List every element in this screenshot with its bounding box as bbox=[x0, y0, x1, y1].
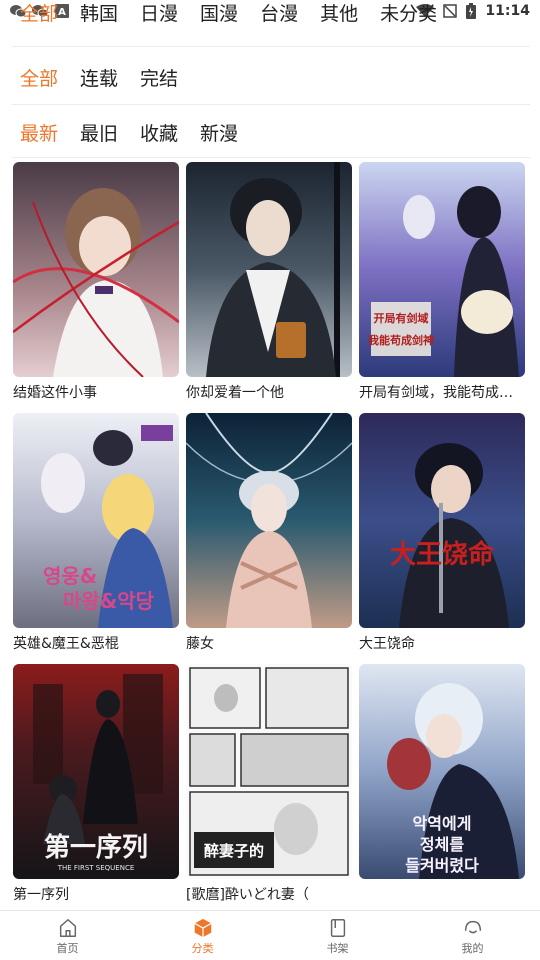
comic-cover[interactable]: 醉妻子的 bbox=[186, 664, 352, 879]
status-filter: 全部 连载 完结 bbox=[0, 55, 540, 99]
comic-cover[interactable]: 악역에게 정체를 들켜버렸다 bbox=[359, 664, 525, 879]
region-filter: 全部 韩国 日漫 国漫 台漫 其他 未分类 bbox=[0, 2, 540, 44]
nav-category[interactable]: 分类 bbox=[135, 911, 270, 960]
nav-label: 首页 bbox=[56, 942, 79, 955]
comic-cover[interactable]: 영웅& 마왕&악당 bbox=[13, 413, 179, 628]
divider bbox=[12, 46, 530, 47]
comic-title bbox=[359, 885, 525, 905]
comic-card[interactable]: 开局有剑域 我能苟成剑神 开局有剑域，我能苟成剑神 bbox=[359, 162, 525, 403]
chip-region-taiwan[interactable]: 台漫 bbox=[260, 2, 298, 26]
comic-card[interactable]: 醉妻子的 [歌麿]酔いどれ妻（ bbox=[186, 664, 352, 905]
comic-title: 第一序列 bbox=[13, 887, 69, 903]
comic-title: [歌麿]酔いどれ妻（ bbox=[186, 887, 309, 903]
home-icon bbox=[59, 919, 76, 937]
comic-card[interactable]: 藤女 bbox=[186, 413, 352, 654]
chip-region-korea[interactable]: 韩国 bbox=[80, 2, 118, 26]
comic-cover[interactable]: 大王饶命 bbox=[359, 413, 525, 628]
nav-profile[interactable]: 我的 bbox=[405, 911, 540, 960]
comic-card[interactable]: 영웅& 마왕&악당 英雄&魔王&恶棍 bbox=[13, 413, 179, 654]
comic-title: 英雄&魔王&恶棍 bbox=[13, 636, 119, 652]
cover-title-text: 영웅& bbox=[43, 564, 97, 588]
comic-cover[interactable] bbox=[186, 413, 352, 628]
comic-title: 结婚这件小事 bbox=[13, 385, 97, 401]
comic-cover[interactable] bbox=[186, 162, 352, 377]
chip-region-china[interactable]: 国漫 bbox=[200, 2, 238, 26]
cover-subtitle-text: THE FIRST SEQUENCE bbox=[57, 864, 135, 872]
comic-card[interactable]: 악역에게 정체를 들켜버렸다 bbox=[359, 664, 525, 905]
comic-title: 开局有剑域，我能苟成剑神 bbox=[359, 385, 525, 401]
comic-card[interactable]: 大王饶命 大王饶命 bbox=[359, 413, 525, 654]
chip-status-completed[interactable]: 完结 bbox=[140, 64, 178, 91]
chip-region-all[interactable]: 全部 bbox=[20, 2, 58, 26]
chip-region-other[interactable]: 其他 bbox=[320, 2, 358, 26]
comic-cover[interactable]: 第一序列 THE FIRST SEQUENCE bbox=[13, 664, 179, 879]
chip-region-uncategorized[interactable]: 未分类 bbox=[380, 2, 437, 26]
bookshelf-icon bbox=[330, 919, 345, 937]
cover-title-text: 开局有剑域 bbox=[374, 311, 429, 325]
comic-cover[interactable]: 开局有剑域 我能苟成剑神 bbox=[359, 162, 525, 377]
chip-status-ongoing[interactable]: 连载 bbox=[80, 64, 118, 91]
cover-title-text: 들켜버렸다 bbox=[405, 856, 479, 875]
nav-home[interactable]: 首页 bbox=[0, 911, 135, 960]
nav-label: 我的 bbox=[461, 942, 484, 955]
cover-title-text: 醉妻子的 bbox=[204, 842, 264, 860]
nav-label: 分类 bbox=[191, 942, 214, 955]
sort-filter: 最新 最旧 收藏 新漫 bbox=[0, 112, 540, 152]
divider bbox=[12, 104, 530, 105]
bottom-nav: 首页 分类 书架 我的 bbox=[0, 910, 540, 960]
cover-title-text: 마왕&악당 bbox=[63, 589, 155, 613]
comic-card[interactable]: 你却爱着一个他 bbox=[186, 162, 352, 403]
cover-title-text: 我能苟成剑神 bbox=[368, 333, 434, 347]
chip-sort-new-comics[interactable]: 新漫 bbox=[200, 119, 238, 146]
profile-icon bbox=[464, 920, 481, 934]
comic-card[interactable]: 第一序列 THE FIRST SEQUENCE 第一序列 bbox=[13, 664, 179, 905]
cover-title-text: 第一序列 bbox=[44, 832, 148, 863]
comic-card[interactable]: 结婚这件小事 bbox=[13, 162, 179, 403]
chip-sort-oldest[interactable]: 最旧 bbox=[80, 119, 118, 146]
cover-title-text: 大王饶命 bbox=[390, 539, 495, 570]
chip-sort-newest[interactable]: 最新 bbox=[20, 119, 58, 146]
nav-label: 书架 bbox=[326, 942, 349, 955]
chip-status-all[interactable]: 全部 bbox=[20, 64, 58, 91]
category-icon bbox=[193, 918, 212, 938]
divider bbox=[12, 157, 530, 158]
comic-title: 藤女 bbox=[186, 636, 214, 652]
nav-bookshelf[interactable]: 书架 bbox=[270, 911, 405, 960]
cover-title-text: 악역에게 bbox=[413, 814, 472, 833]
chip-region-japan[interactable]: 日漫 bbox=[140, 2, 178, 26]
cover-title-text: 정체를 bbox=[420, 835, 464, 854]
chip-sort-favorites[interactable]: 收藏 bbox=[140, 119, 178, 146]
comic-cover[interactable] bbox=[13, 162, 179, 377]
comic-title: 你却爱着一个他 bbox=[186, 385, 284, 401]
comic-title: 大王饶命 bbox=[359, 636, 415, 652]
